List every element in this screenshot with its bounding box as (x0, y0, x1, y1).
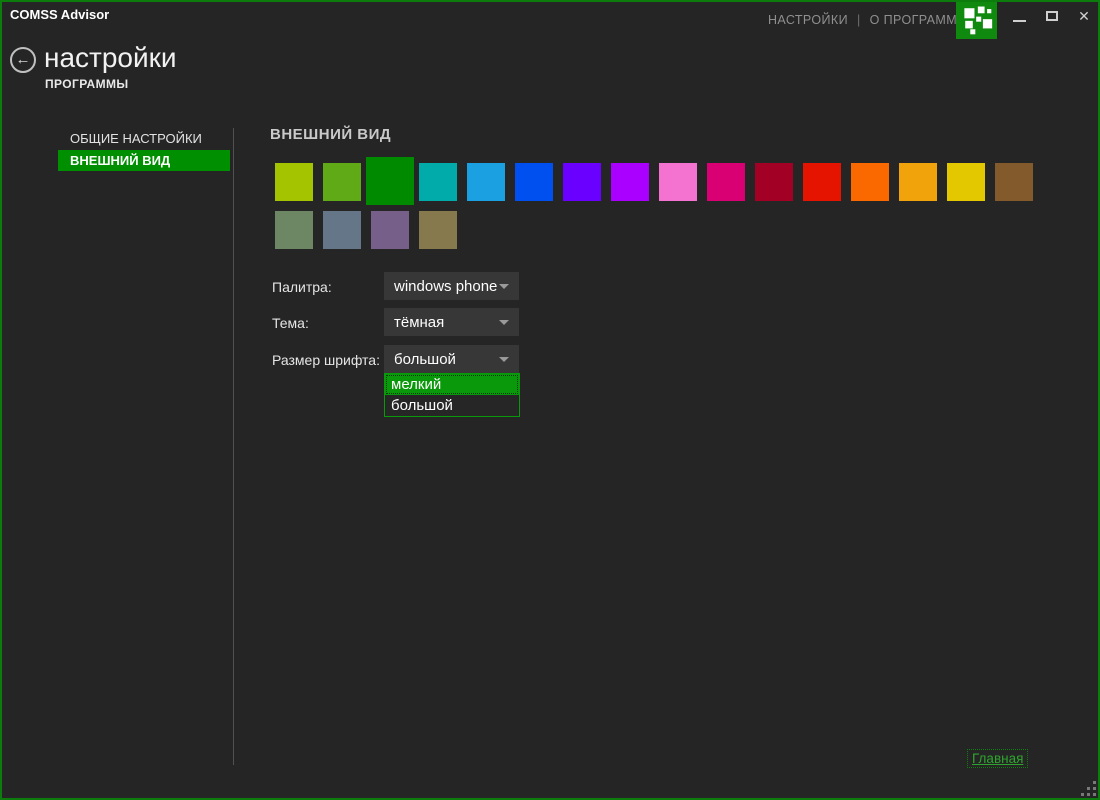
minimize-icon (1012, 20, 1026, 22)
maximize-button[interactable] (1038, 2, 1066, 30)
palette-swatch-steel[interactable] (323, 211, 361, 249)
palette-swatch-amber[interactable] (899, 163, 937, 201)
menu-settings[interactable]: НАСТРОЙКИ (768, 13, 848, 27)
titlebar-menu: НАСТРОЙКИ | О ПРОГРАММЕ (768, 13, 966, 27)
font-size-dropdown[interactable]: большой (384, 345, 519, 373)
settings-nav: ОБЩИЕ НАСТРОЙКИ ВНЕШНИЙ ВИД (58, 128, 230, 172)
menu-separator: | (856, 13, 861, 27)
page-title: настройки (44, 42, 177, 73)
sidebar-item-appearance[interactable]: ВНЕШНИЙ ВИД (58, 150, 230, 171)
palette-swatch-teal[interactable] (419, 163, 457, 201)
chevron-down-icon (499, 356, 509, 362)
palette-swatch-green[interactable] (323, 163, 361, 201)
dropdown-option-small[interactable]: мелкий (385, 374, 519, 395)
font-size-dropdown-list: мелкий большой (384, 373, 520, 417)
back-arrow-icon: ← (15, 51, 31, 68)
palette-swatch-crimson[interactable] (755, 163, 793, 201)
palette-swatch-lime[interactable] (275, 163, 313, 201)
palette-swatch-olive[interactable] (275, 211, 313, 249)
app-logo-icon (956, 1, 997, 39)
font-size-field-label: Размер шрифта: (272, 352, 380, 368)
section-title: ВНЕШНИЙ ВИД (270, 126, 392, 143)
menu-about[interactable]: О ПРОГРАММЕ (870, 13, 966, 27)
palette-swatch-red[interactable] (803, 163, 841, 201)
palette-swatch-taupe[interactable] (419, 211, 457, 249)
palette-swatch-cobalt[interactable] (515, 163, 553, 201)
theme-dropdown-value: тёмная (394, 313, 445, 331)
chevron-down-icon (499, 319, 509, 325)
maximize-icon (1046, 11, 1058, 21)
palette-swatch-pink[interactable] (659, 163, 697, 201)
palette-dropdown-value: windows phone (394, 277, 498, 295)
palette-swatches (275, 157, 1065, 257)
window-title: COMSS Advisor (10, 7, 110, 22)
palette-swatch-violet[interactable] (611, 163, 649, 201)
palette-swatch-magenta[interactable] (707, 163, 745, 201)
palette-swatch-indigo[interactable] (563, 163, 601, 201)
page-subtitle: ПРОГРАММЫ (45, 77, 129, 91)
theme-field-label: Тема: (272, 315, 309, 331)
close-icon: ✕ (1078, 8, 1090, 24)
minimize-button[interactable] (1005, 2, 1033, 30)
theme-dropdown[interactable]: тёмная (384, 308, 519, 336)
back-button[interactable]: ← (10, 47, 36, 73)
resize-grip[interactable] (1081, 781, 1097, 797)
palette-swatch-yellow[interactable] (947, 163, 985, 201)
close-button[interactable]: ✕ (1070, 2, 1098, 30)
palette-swatch-cyan[interactable] (467, 163, 505, 201)
window-border (0, 0, 1100, 800)
palette-field-label: Палитра: (272, 279, 332, 295)
home-link[interactable]: Главная (967, 749, 1029, 768)
sidebar-divider (233, 128, 234, 765)
palette-dropdown[interactable]: windows phone (384, 272, 519, 300)
palette-swatch-mauve[interactable] (371, 211, 409, 249)
palette-swatch-emerald[interactable] (366, 157, 414, 205)
palette-swatch-orange[interactable] (851, 163, 889, 201)
font-size-dropdown-value: большой (394, 350, 456, 368)
sidebar-item-general[interactable]: ОБЩИЕ НАСТРОЙКИ (58, 128, 230, 149)
palette-swatch-brown[interactable] (995, 163, 1033, 201)
dropdown-option-large[interactable]: большой (385, 395, 519, 416)
chevron-down-icon (499, 283, 509, 289)
